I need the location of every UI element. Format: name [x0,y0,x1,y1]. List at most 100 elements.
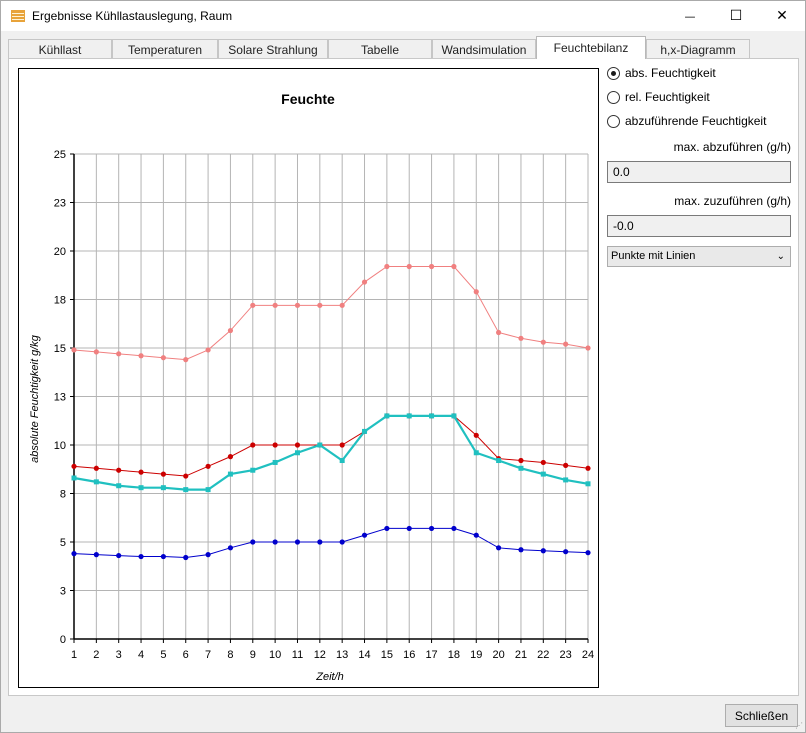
chart-area: Feuchte 0 3 5 8 10 13 15 18 20 23 25 1 2 3 4 5 6 7 8 9 10 11… [18,68,599,688]
data-point [496,329,502,336]
x-tick-label: 12 [314,649,326,661]
tab-label: Wandsimulation [441,42,527,57]
x-tick-label: 1 [71,649,77,661]
data-point [71,463,77,469]
tab-temperaturen[interactable]: Temperaturen [112,39,218,59]
radio-label: abzuführende Feuchtigkeit [625,114,767,128]
x-tick-label: 18 [448,649,460,661]
x-tick-label: 23 [560,649,572,661]
data-point [294,450,300,456]
tab-label: Solare Strahlung [228,42,318,57]
series-3 [71,525,591,561]
radio-label: rel. Feuchtigkeit [625,90,710,104]
x-tick-label: 5 [160,649,166,661]
series-line [73,527,589,559]
data-point [496,545,502,551]
data-point [339,458,345,464]
x-tick-label: 14 [358,649,370,661]
data-point [160,471,166,477]
humidity-chart: Feuchte 035810131518202325 1 2 3 4 5 6 7 8 9 10 11… [29,91,594,683]
data-point [585,465,591,471]
x-tick-label: 4 [138,649,144,661]
data-point [540,548,546,554]
data-point [451,525,457,532]
display-mode-select[interactable]: Punkte mit Linien ⌄ [607,246,791,267]
radio-abs-feuchtigkeit[interactable]: abs. Feuchtigkeit [607,65,716,81]
tab-label: Feuchtebilanz [553,41,629,55]
data-point [71,551,77,557]
x-tick-label: 6 [183,649,189,661]
data-point [294,302,301,308]
resize-grip-icon[interactable]: ⋰ [795,721,803,730]
data-point [183,473,189,479]
series-line [73,415,589,477]
data-point [429,413,435,419]
data-point [205,552,211,558]
tab-kuehllast[interactable]: Kühllast [8,39,112,59]
data-point [205,463,211,469]
data-point [71,347,77,353]
data-point [138,553,144,560]
tab-panel-feuchtebilanz: Feuchte 0 3 5 8 10 13 15 18 20 23 25 1 2 3 4 5 6 7 8 9 10 11… [8,58,799,696]
data-point [585,481,591,487]
x-tick-label: 3 [116,649,122,661]
tab-tabelle[interactable]: Tabelle [328,39,432,59]
data-point [227,327,234,334]
tab-hx-diagramm[interactable]: h,x-Diagramm [646,39,750,59]
maximize-button[interactable]: ☐ [713,1,759,31]
data-point [540,471,546,477]
tab-wandsimulation[interactable]: Wandsimulation [432,39,536,59]
data-point [362,428,368,434]
minimize-button[interactable]: — [667,1,713,31]
max-remove-label: max. abzuführen (g/h) [673,140,791,154]
data-point [473,532,479,538]
tab-label: Kühllast [38,42,82,57]
data-point [183,487,189,493]
x-tick-label: 7 [205,649,211,661]
radio-rel-feuchtigkeit[interactable]: rel. Feuchtigkeit [607,89,710,105]
radio-abzufuehrende-feuchtigkeit[interactable]: abzuführende Feuchtigkeit [607,113,766,129]
tab-solare-strahlung[interactable]: Solare Strahlung [218,39,328,59]
data-point [451,413,457,419]
tab-feuchtebilanz[interactable]: Feuchtebilanz [536,36,646,59]
data-point [71,475,77,481]
y-tick-label: 15 [54,343,66,355]
max-remove-field[interactable]: 0.0 [607,161,791,183]
data-point [272,459,278,465]
x-tick-label: 20 [492,649,504,661]
data-point [518,335,524,341]
y-tick-label: 0 [60,634,66,646]
close-button[interactable]: Schließen [725,704,798,727]
data-point [183,357,189,363]
data-point [563,477,569,483]
series-1 [71,413,591,479]
max-add-field[interactable]: -0.0 [607,215,791,237]
data-point [317,302,323,308]
data-point [428,263,435,270]
data-point [160,485,166,491]
data-point [205,347,211,353]
data-point [339,539,345,545]
series-line [73,414,589,491]
data-point [138,485,144,491]
x-tick-label: 8 [227,649,233,661]
x-tick-label: 22 [537,649,549,661]
close-window-button[interactable]: ✕ [759,1,805,31]
x-tick-label: 2 [93,649,99,661]
data-point [160,553,166,560]
data-point [93,465,99,471]
data-point [116,552,122,559]
y-tick-label: 20 [54,246,66,258]
x-tick-label: 15 [381,649,393,661]
data-point [317,539,323,545]
data-point [272,442,278,448]
tab-bar: Kühllast Temperaturen Solare Strahlung T… [8,36,798,59]
data-point [585,345,591,351]
data-point [205,487,211,493]
y-tick-label: 25 [54,149,66,161]
data-point [384,413,390,419]
x-tick-label: 17 [425,649,437,661]
x-tick-label: 10 [269,649,281,661]
data-point [406,413,412,419]
data-point [183,554,189,561]
